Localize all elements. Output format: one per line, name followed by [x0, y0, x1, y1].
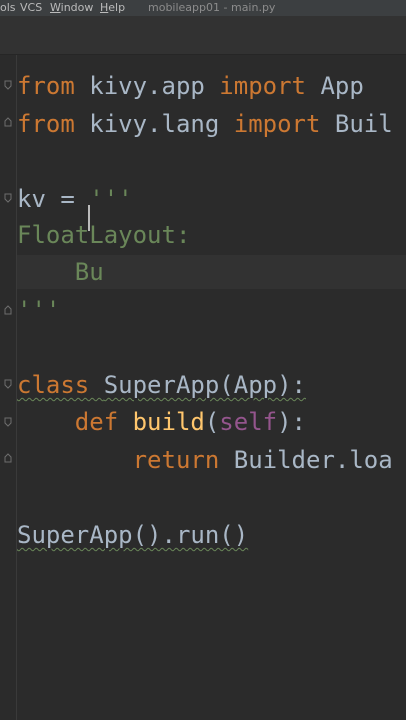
code-line[interactable]: from kivy.app import App [17, 69, 364, 103]
fold-marker-icon[interactable] [4, 193, 12, 203]
code-token: FloatLayout: [17, 221, 191, 249]
code-token: from [17, 72, 90, 100]
code-token: ): [277, 408, 306, 436]
toolbar [0, 16, 406, 55]
editor-gutter [0, 55, 17, 720]
fold-marker-icon[interactable] [4, 305, 12, 315]
window-title: mobileapp01 - main.py [148, 1, 276, 14]
menu-help[interactable]: Help [100, 0, 125, 16]
code-token: Builder.loa [233, 446, 393, 474]
code-token: build [132, 408, 205, 436]
code-token: return [132, 446, 234, 474]
code-token: ( [204, 408, 220, 436]
code-token: App [320, 72, 364, 100]
fold-marker-icon[interactable] [4, 379, 12, 389]
code-token: def [74, 408, 133, 436]
fold-marker-icon[interactable] [4, 117, 12, 127]
menu-vcs[interactable]: VCS [20, 0, 42, 16]
code-token: kivy.lang [89, 110, 234, 138]
menu-bar: ols VCS Window Help mobileapp01 - main.p… [0, 0, 406, 16]
code-token: import [233, 110, 335, 138]
code-token: ''' [89, 185, 133, 213]
code-token: self [219, 408, 278, 436]
code-line[interactable]: return Builder.loa [17, 443, 393, 477]
text-caret [88, 205, 90, 231]
code-token: kv = [17, 185, 90, 213]
code-line[interactable]: Bu [17, 255, 104, 289]
code-token: from [17, 110, 90, 138]
code-token: class [17, 371, 104, 399]
code-line[interactable]: SuperApp().run() [17, 518, 248, 552]
code-token: SuperApp(App): [103, 371, 306, 399]
fold-marker-icon[interactable] [4, 417, 12, 427]
code-line[interactable]: kv = ''' [17, 182, 133, 216]
code-token: Buil [334, 110, 393, 138]
code-line[interactable]: from kivy.lang import Buil [17, 107, 393, 141]
code-token: SuperApp().run() [17, 521, 249, 549]
fold-marker-icon[interactable] [4, 453, 12, 463]
fold-marker-icon[interactable] [4, 80, 12, 90]
code-token: import [219, 72, 321, 100]
code-token: Bu [17, 258, 104, 286]
code-line[interactable]: class SuperApp(App): [17, 368, 306, 402]
code-line[interactable]: def build(self): [17, 405, 306, 439]
code-line[interactable]: FloatLayout: [17, 218, 190, 252]
menu-window[interactable]: Window [50, 0, 93, 16]
code-editor[interactable]: from kivy.app import App from kivy.lang i… [17, 55, 406, 720]
code-token: ''' [17, 296, 61, 324]
code-line[interactable]: ''' [17, 293, 60, 327]
menu-tools[interactable]: ols [0, 0, 16, 16]
code-token: kivy.app [89, 72, 220, 100]
